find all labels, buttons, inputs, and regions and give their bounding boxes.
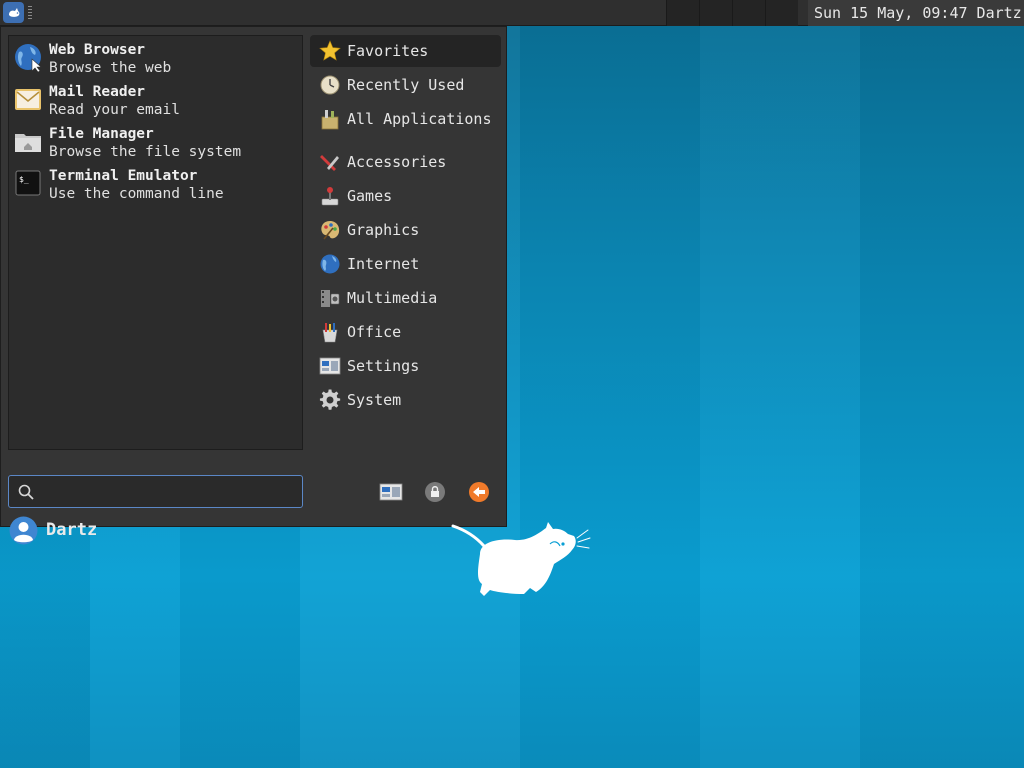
mail-icon: [15, 89, 41, 110]
avatar: [9, 516, 38, 545]
category-all-applications[interactable]: All Applications: [310, 103, 501, 135]
search-field[interactable]: [8, 475, 303, 508]
category-settings[interactable]: Settings: [310, 350, 501, 382]
favorite-description: Read your email: [49, 102, 180, 118]
category-label: Internet: [347, 255, 420, 273]
settings-icon: [379, 483, 403, 501]
category-label: All Applications: [347, 110, 492, 128]
settings-manager-button[interactable]: [379, 481, 403, 503]
category-label: System: [347, 391, 402, 409]
whisker-menu: Web Browser Browse the web Mail Reader R…: [0, 26, 507, 545]
folder-icon: [15, 134, 41, 152]
category-system[interactable]: System: [310, 384, 501, 416]
category-label: Graphics: [347, 221, 420, 239]
category-graphics[interactable]: Graphics: [310, 214, 501, 246]
username: Dartz: [46, 520, 98, 540]
logout-icon: [469, 482, 489, 502]
xfce-mouse-logo: [451, 522, 591, 596]
office-icon: [322, 323, 338, 343]
category-label: Recently Used: [347, 76, 465, 94]
favorite-description: Use the command line: [49, 186, 224, 202]
category-label: Office: [347, 323, 402, 341]
globe-icon: [320, 254, 340, 274]
category-internet[interactable]: Internet: [310, 248, 501, 280]
category-label: Accessories: [347, 153, 447, 171]
category-office[interactable]: Office: [310, 316, 501, 348]
favorite-terminal-emulator[interactable]: $_ Terminal Emulator Use the command lin…: [13, 166, 298, 206]
panel-handle[interactable]: [28, 6, 32, 20]
applications-menu-button[interactable]: [3, 2, 24, 23]
category-label: Multimedia: [347, 289, 438, 307]
workspace-1[interactable]: [666, 0, 699, 26]
lock-screen-button[interactable]: [424, 481, 448, 503]
clock-icon: [320, 75, 340, 95]
log-out-button[interactable]: [468, 481, 492, 503]
category-favorites[interactable]: Favorites: [310, 35, 501, 67]
workspace-3[interactable]: [732, 0, 765, 26]
tools-icon: [320, 155, 339, 171]
terminal-icon: $_: [15, 170, 41, 196]
category-label: Favorites: [347, 42, 429, 60]
star-icon: [319, 40, 341, 61]
joystick-icon: [321, 187, 339, 206]
gear-icon: [319, 389, 341, 410]
xfce-mouse-icon: [8, 7, 19, 17]
workspace-4[interactable]: [765, 0, 798, 26]
top-panel: Sun 15 May, 09:47 Dartz: [0, 0, 1024, 26]
favorites-list: Web Browser Browse the web Mail Reader R…: [8, 35, 303, 450]
globe-icon: [15, 44, 42, 72]
clock[interactable]: Sun 15 May, 09:47 Dartz: [808, 0, 1024, 26]
category-recently-used[interactable]: Recently Used: [310, 69, 501, 101]
category-accessories[interactable]: Accessories: [310, 146, 501, 178]
category-multimedia[interactable]: Multimedia: [310, 282, 501, 314]
category-label: Games: [347, 187, 393, 205]
lock-icon: [425, 482, 445, 502]
favorite-name: Mail Reader: [49, 84, 146, 100]
workspace-2[interactable]: [699, 0, 732, 26]
favorite-description: Browse the web: [49, 60, 172, 76]
favorite-web-browser[interactable]: Web Browser Browse the web: [13, 40, 298, 80]
palette-icon: [321, 221, 340, 240]
category-label: Settings: [347, 357, 420, 375]
category-games[interactable]: Games: [310, 180, 501, 212]
favorite-description: Browse the file system: [49, 144, 242, 160]
search-icon: [18, 484, 34, 500]
favorite-name: Web Browser: [49, 42, 146, 58]
search-input[interactable]: [41, 480, 300, 505]
settings-icon: [319, 357, 341, 375]
favorite-mail-reader[interactable]: Mail Reader Read your email: [13, 82, 298, 122]
favorite-name: Terminal Emulator: [49, 168, 198, 184]
svg-text:$_: $_: [19, 175, 29, 184]
toolbox-icon: [321, 110, 339, 130]
favorite-name: File Manager: [49, 126, 154, 142]
favorite-file-manager[interactable]: File Manager Browse the file system: [13, 124, 298, 164]
film-icon: [321, 290, 340, 307]
